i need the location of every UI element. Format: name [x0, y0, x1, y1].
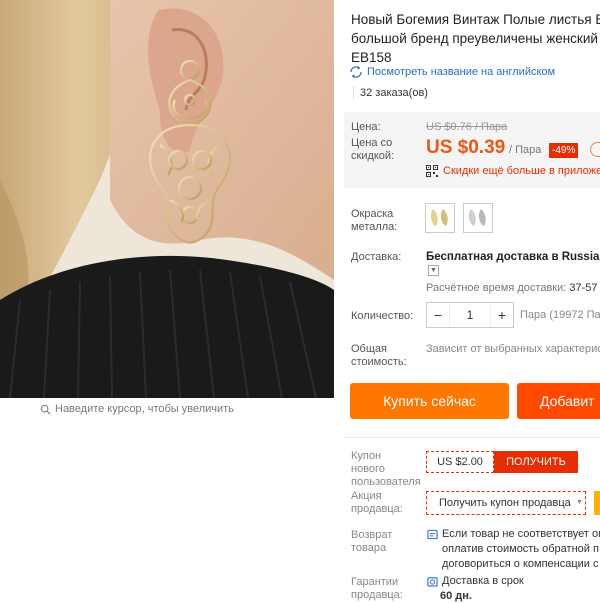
- return-policy-text: Если товар не соответствует оп оплатив с…: [442, 527, 600, 572]
- quantity-decrease-button[interactable]: −: [427, 307, 449, 323]
- orders-count: 32 заказа(ов): [360, 87, 428, 99]
- price-unit: / Пара: [509, 144, 542, 156]
- quantity-input[interactable]: 1: [449, 303, 491, 327]
- discount-price: US $0.39: [426, 137, 506, 158]
- guarantee-days: 60 дн.: [440, 590, 472, 602]
- product-details-panel: Новый Богемия Винтаж Полые листья В боль…: [334, 0, 600, 604]
- earring-model-photo: [0, 0, 334, 398]
- translate-title-link[interactable]: Посмотреть название на английском: [350, 66, 555, 78]
- color-swatch-gold[interactable]: [425, 203, 455, 233]
- old-price: US $0.76 / Пара: [426, 121, 508, 133]
- seller-coupon-dropdown[interactable]: Получить купон продавца ▼: [426, 491, 586, 515]
- price-label: Цена:: [351, 121, 381, 133]
- qr-code-icon: [426, 165, 438, 177]
- quantity-stepper: − 1 +: [426, 302, 514, 328]
- magnifier-icon: [40, 404, 51, 415]
- seller-promo-label: Акция продавца:: [351, 490, 403, 515]
- quantity-label: Количество:: [351, 310, 414, 322]
- add-to-cart-button[interactable]: Добавит: [517, 383, 600, 419]
- coupon-value: US $2.00: [426, 451, 494, 473]
- new-user-coupon-label: Купон нового пользователя: [351, 450, 421, 488]
- delivery-clock-icon: [427, 577, 438, 587]
- return-policy-label: Возврат товара: [351, 529, 393, 554]
- zoom-hint: Наведите курсор, чтобы увеличить: [40, 403, 234, 415]
- get-coupon-button[interactable]: ПОЛУЧИТЬ: [494, 451, 578, 473]
- shipping-dropdown-icon[interactable]: ▼: [428, 265, 439, 276]
- translate-icon: [350, 66, 362, 78]
- buy-now-button[interactable]: Купить сейчас: [350, 383, 509, 419]
- app-promo-link[interactable]: Скидки ещё больше в приложе: [426, 165, 600, 177]
- quantity-available: Пара (19972 Па: [520, 309, 600, 321]
- return-policy-line: договориться о компенсации с: [442, 558, 599, 570]
- total-value: Зависит от выбранных характерис: [426, 343, 600, 355]
- color-swatch-silver[interactable]: [463, 203, 493, 233]
- chevron-down-icon: ▼: [576, 499, 583, 506]
- divider: [353, 86, 354, 99]
- return-policy-line: оплатив стоимость обратной п: [442, 543, 599, 555]
- guarantee-line: Доставка в срок: [442, 575, 524, 587]
- seller-coupon-text: Получить купон продавца: [439, 497, 571, 509]
- return-policy-line: Если товар не соответствует оп: [442, 528, 600, 540]
- seller-guarantee-text: Доставка в срок 60 дн.: [440, 574, 524, 604]
- delivery-days: 37-57: [569, 282, 598, 294]
- return-policy-icon: [427, 529, 438, 540]
- discount-badge: -49%: [549, 143, 579, 158]
- divider: [344, 437, 600, 438]
- app-promo-text: Скидки ещё больше в приложе: [443, 165, 600, 177]
- shipping-label: Доставка:: [351, 251, 402, 263]
- zoom-hint-text: Наведите курсор, чтобы увеличить: [55, 403, 234, 415]
- gold-earring-thumbnail: [430, 209, 448, 226]
- delivery-time: Расчётное время доставки: 37-57: [426, 282, 598, 294]
- shipping-value[interactable]: Бесплатная доставка в Russian F: [426, 251, 600, 263]
- total-label: Общая стоимость:: [351, 343, 407, 368]
- translate-link-text: Посмотреть название на английском: [367, 66, 556, 78]
- quantity-increase-button[interactable]: +: [491, 307, 513, 323]
- metal-color-label: Окраска металла:: [351, 208, 398, 233]
- seller-guarantee-label: Гарантии продавца:: [351, 576, 403, 601]
- silver-earring-thumbnail: [468, 209, 486, 226]
- delivery-time-label: Расчётное время доставки:: [426, 282, 567, 294]
- seller-promo-badge[interactable]: [594, 491, 600, 515]
- coins-badge: [590, 142, 600, 157]
- product-image[interactable]: [0, 0, 334, 398]
- product-title: Новый Богемия Винтаж Полые листья В боль…: [351, 12, 600, 65]
- discount-price-label: Цена со скидкой:: [351, 137, 395, 162]
